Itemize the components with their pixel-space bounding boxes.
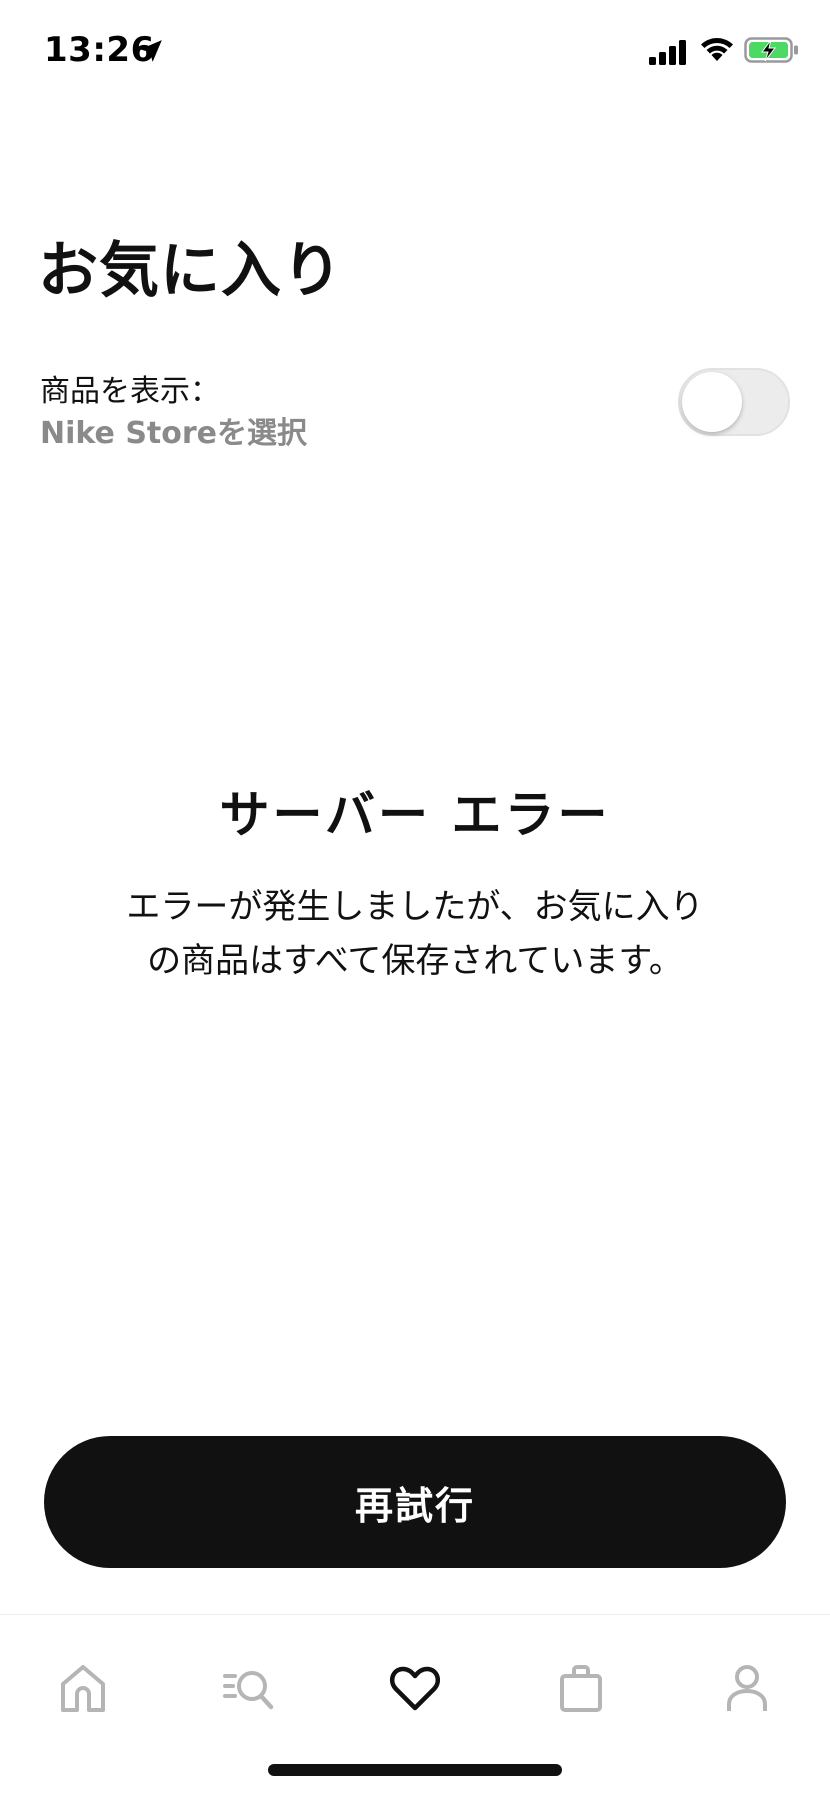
store-filter-toggle[interactable]	[678, 368, 790, 436]
profile-icon	[727, 1665, 767, 1711]
wifi-icon	[701, 38, 733, 61]
cellular-signal-icon	[649, 40, 686, 65]
error-block: サーバー エラー エラーが発生しましたが、お気に入りの商品はすべて保存されていま…	[0, 780, 830, 988]
toggle-knob	[682, 372, 742, 432]
tab-favorites[interactable]	[370, 1643, 460, 1733]
home-indicator[interactable]	[268, 1764, 562, 1776]
store-filter-row: 商品を表示： Nike Storeを選択	[0, 360, 830, 460]
search-list-icon	[223, 1671, 274, 1710]
status-bar: 13:26	[0, 0, 830, 100]
page-title: お気に入り	[38, 236, 343, 306]
tab-shop[interactable]	[204, 1643, 294, 1733]
heart-icon	[389, 1666, 441, 1711]
error-title: サーバー エラー	[219, 786, 611, 844]
select-store-link[interactable]: Nike Storeを選択	[40, 408, 307, 452]
retry-button[interactable]: 再試行	[44, 1436, 786, 1568]
error-message: エラーが発生しましたが、お気に入りの商品はすべて保存されています。	[126, 887, 704, 981]
tab-profile[interactable]	[702, 1643, 792, 1733]
home-icon	[61, 1665, 105, 1712]
tab-home[interactable]	[38, 1643, 128, 1733]
bag-icon	[560, 1665, 602, 1712]
tab-bag[interactable]	[536, 1643, 626, 1733]
filter-label: 商品を表示：	[40, 374, 220, 409]
battery-charging-icon	[744, 37, 798, 63]
location-arrow-icon	[140, 40, 162, 62]
favorites-screen: 13:26 お気に入り 商品を表示： Nike Storeを選択 サーバー エラ…	[0, 0, 830, 1797]
